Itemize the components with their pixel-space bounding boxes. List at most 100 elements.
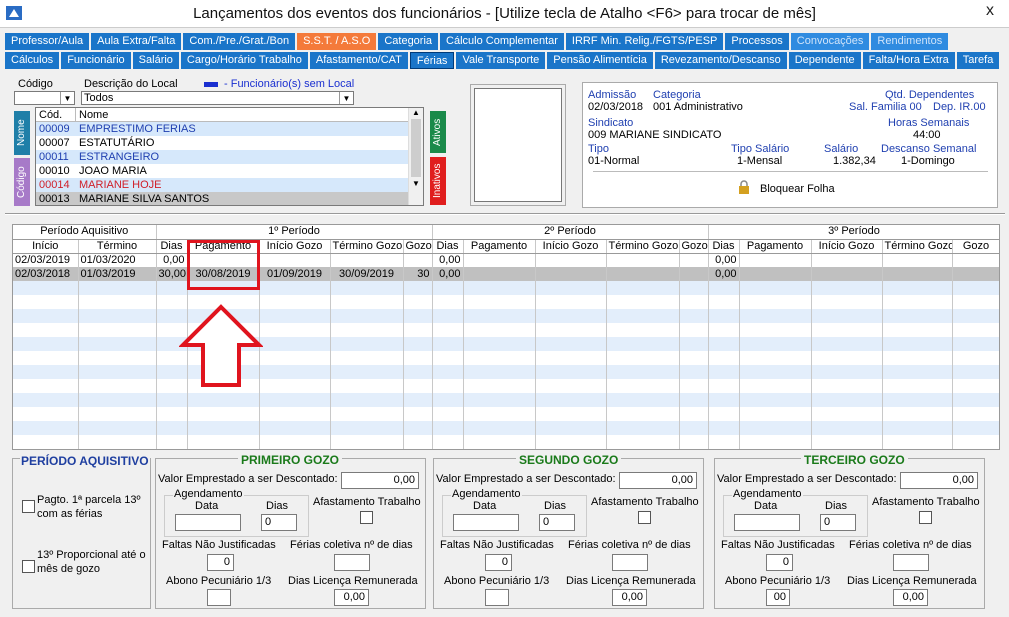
- agendamento-dias-input[interactable]: 0: [820, 514, 856, 531]
- grid-cell[interactable]: [259, 253, 331, 267]
- tab-falta-hora-extra[interactable]: Falta/Hora Extra: [862, 52, 955, 69]
- grid-row[interactable]: 02/03/2019 01/03/2020 0,00 0,00 0,00: [13, 253, 999, 267]
- faltas-input[interactable]: 0: [485, 554, 512, 571]
- faltas-input[interactable]: 0: [207, 554, 234, 571]
- abono-input[interactable]: [207, 589, 231, 606]
- grid-cell[interactable]: [679, 253, 709, 267]
- tab-processos[interactable]: Processos: [725, 33, 789, 50]
- scroll-thumb[interactable]: [411, 119, 421, 177]
- grid-cell[interactable]: 01/09/2019: [259, 267, 331, 281]
- tab-tarefa[interactable]: Tarefa: [956, 52, 1000, 69]
- abono-input[interactable]: 00: [766, 589, 790, 606]
- grid-cell[interactable]: [606, 253, 680, 267]
- employee-list[interactable]: Cód. Nome 00009 EMPRESTIMO FERIAS 00007 EST…: [35, 107, 424, 206]
- grid-cell[interactable]: 0,00: [708, 267, 740, 281]
- afastamento-checkbox[interactable]: [360, 511, 373, 524]
- grid-cell[interactable]: [535, 267, 607, 281]
- proporcional-checkbox[interactable]: [22, 560, 35, 573]
- licenca-input[interactable]: 0,00: [334, 589, 369, 606]
- grid-cell[interactable]: [739, 267, 812, 281]
- agendamento-data-input[interactable]: [175, 514, 241, 531]
- tab-sal-rio[interactable]: Salário: [132, 52, 179, 69]
- tab-nome[interactable]: Nome: [14, 111, 30, 155]
- tab-afastamento-cat[interactable]: Afastamento/CAT: [309, 52, 408, 69]
- tab-aula-extra-falta[interactable]: Aula Extra/Falta: [91, 33, 182, 50]
- grid-cell[interactable]: 01/03/2020: [78, 253, 157, 267]
- tab-com-pre-grat-bon[interactable]: Com./Pre./Grat./Bon: [183, 33, 296, 50]
- descricao-combo[interactable]: Todos ▼: [81, 91, 354, 105]
- vacation-grid[interactable]: Período Aquisitivo 1º Período 2º Período…: [12, 224, 1000, 450]
- scroll-down-icon[interactable]: ▼: [409, 179, 423, 188]
- agendamento-data-input[interactable]: [734, 514, 800, 531]
- tab-professor-aula[interactable]: Professor/Aula: [5, 33, 90, 50]
- grid-cell[interactable]: [739, 253, 812, 267]
- tab-categoria[interactable]: Categoria: [378, 33, 439, 50]
- grid-cell[interactable]: [811, 253, 883, 267]
- grid-cell[interactable]: [463, 253, 536, 267]
- licenca-input[interactable]: 0,00: [893, 589, 928, 606]
- chevron-down-icon[interactable]: ▼: [60, 92, 74, 104]
- tab-vale-transporte[interactable]: Vale Transporte: [456, 52, 546, 69]
- ferias-coletiva-input[interactable]: [334, 554, 370, 571]
- employee-row[interactable]: 00010 JOAO MARIA: [36, 164, 423, 178]
- valor-emprestado-input[interactable]: 0,00: [341, 472, 419, 489]
- abono-input[interactable]: [485, 589, 509, 606]
- grid-cell[interactable]: 0,00: [156, 253, 188, 267]
- grid-cell[interactable]: [811, 267, 883, 281]
- scroll-up-icon[interactable]: ▲: [409, 108, 423, 117]
- grid-cell[interactable]: 30: [403, 267, 433, 281]
- tab-c-lculos[interactable]: Cálculos: [5, 52, 60, 69]
- tab-ativos[interactable]: Ativos: [430, 111, 446, 153]
- grid-cell[interactable]: 0,00: [708, 253, 740, 267]
- afastamento-checkbox[interactable]: [919, 511, 932, 524]
- faltas-input[interactable]: 0: [766, 554, 793, 571]
- tab-funcion-rio[interactable]: Funcionário: [61, 52, 131, 69]
- tab-s-s-t-a-s-o[interactable]: S.S.T. / A.S.O: [297, 33, 377, 50]
- grid-cell[interactable]: [679, 267, 709, 281]
- employee-row[interactable]: 00009 EMPRESTIMO FERIAS: [36, 122, 423, 136]
- grid-row[interactable]: 02/03/2018 01/03/2019 30,00 30/08/2019 01/09…: [13, 267, 999, 281]
- grid-cell[interactable]: [882, 267, 953, 281]
- tab-pens-o-aliment-cia[interactable]: Pensão Alimentícia: [547, 52, 653, 69]
- afastamento-checkbox[interactable]: [638, 511, 651, 524]
- ferias-coletiva-input[interactable]: [893, 554, 929, 571]
- tab-dependente[interactable]: Dependente: [788, 52, 861, 69]
- tab-revezamento-descanso[interactable]: Revezamento/Descanso: [654, 52, 787, 69]
- grid-cell[interactable]: [952, 267, 999, 281]
- close-icon[interactable]: x: [977, 1, 1003, 21]
- grid-cell[interactable]: 02/03/2019: [13, 253, 79, 267]
- agendamento-dias-input[interactable]: 0: [261, 514, 297, 531]
- lock-icon[interactable]: [738, 180, 750, 194]
- grid-cell[interactable]: [952, 253, 999, 267]
- tab-c-lculo-complementar[interactable]: Cálculo Complementar: [440, 33, 564, 50]
- tab-convoca-es[interactable]: Convocações: [790, 33, 870, 50]
- grid-cell[interactable]: [535, 253, 607, 267]
- tab-f-rias[interactable]: Férias: [409, 52, 455, 69]
- grid-cell[interactable]: [330, 253, 404, 267]
- grid-cell[interactable]: 02/03/2018: [13, 267, 79, 281]
- tab-inativos[interactable]: Inativos: [430, 157, 446, 205]
- employee-row[interactable]: 00007 ESTATUTÁRIO: [36, 136, 423, 150]
- tab-irrf-min-relig-fgts-pesp[interactable]: IRRF Min. Relig./FGTS/PESP: [565, 33, 724, 50]
- codigo-combo[interactable]: ▼: [14, 91, 75, 105]
- employee-row[interactable]: 00013 MARIANE SILVA SANTOS: [36, 192, 423, 205]
- agendamento-dias-input[interactable]: 0: [539, 514, 575, 531]
- grid-cell[interactable]: [463, 267, 536, 281]
- pagto-parcela-checkbox[interactable]: [22, 500, 35, 513]
- tab-rendimentos[interactable]: Rendimentos: [871, 33, 949, 50]
- grid-cell[interactable]: 0,00: [432, 253, 464, 267]
- ferias-coletiva-input[interactable]: [612, 554, 648, 571]
- tab-codigo[interactable]: Código: [14, 158, 30, 206]
- grid-cell[interactable]: [606, 267, 680, 281]
- tab-cargo-hor-rio-trabalho[interactable]: Cargo/Horário Trabalho: [180, 52, 308, 69]
- grid-cell[interactable]: 01/03/2019: [78, 267, 157, 281]
- grid-cell[interactable]: 0,00: [432, 267, 464, 281]
- grid-cell[interactable]: [403, 253, 433, 267]
- valor-emprestado-input[interactable]: 0,00: [619, 472, 697, 489]
- chevron-down-icon[interactable]: ▼: [339, 92, 353, 104]
- employee-list-scrollbar[interactable]: ▲ ▼: [408, 108, 423, 205]
- grid-cell[interactable]: 30/09/2019: [330, 267, 404, 281]
- employee-row[interactable]: 00011 ESTRANGEIRO: [36, 150, 423, 164]
- valor-emprestado-input[interactable]: 0,00: [900, 472, 978, 489]
- agendamento-data-input[interactable]: [453, 514, 519, 531]
